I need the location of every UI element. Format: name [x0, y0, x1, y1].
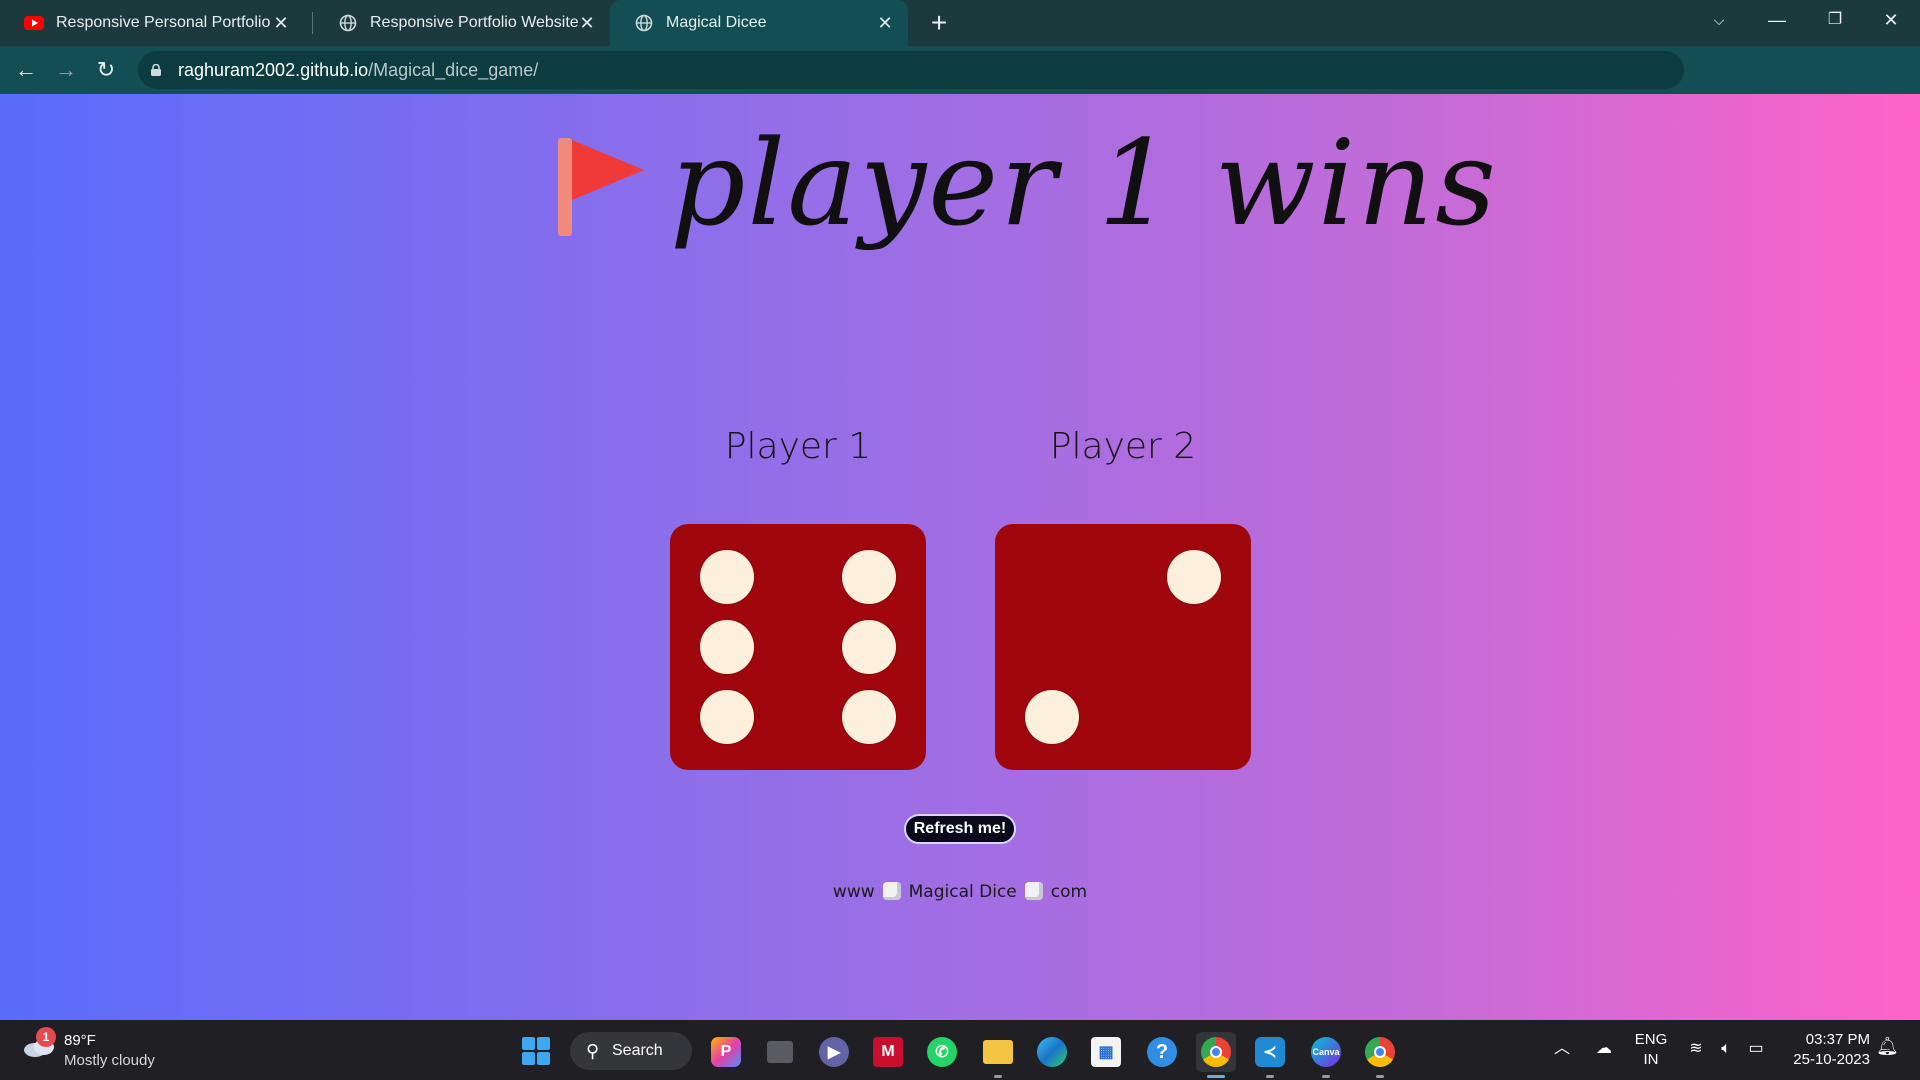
tab-title: Responsive Personal Portfolio W [56, 14, 272, 31]
close-tab-icon[interactable]: ✕ [272, 13, 290, 34]
die-pip [842, 690, 896, 744]
close-tab-icon[interactable]: ✕ [876, 13, 894, 34]
url-text[interactable]: raghuram2002.github.io/Magical_dice_game… [178, 58, 538, 82]
browser-tab-strip: Responsive Personal Portfolio W ✕ Respon… [0, 0, 1920, 46]
tab-youtube-portfolio[interactable]: Responsive Personal Portfolio W ✕ [0, 0, 304, 46]
weather-description[interactable]: Mostly cloudy [64, 1052, 155, 1070]
chrome-profile-icon[interactable] [1360, 1032, 1400, 1078]
die-pip [700, 690, 754, 744]
player-2-label: Player 2 [1049, 426, 1197, 467]
task-view-icon[interactable] [760, 1032, 800, 1072]
tab-magical-dicee[interactable]: Magical Dicee ✕ [610, 0, 908, 46]
die-pip [1025, 690, 1079, 744]
die-pip [700, 550, 754, 604]
dice-icon [882, 882, 901, 900]
lock-icon [151, 64, 161, 76]
url-path: /Magical_dice_game/ [368, 60, 539, 80]
vscode-icon[interactable]: ≺ [1250, 1032, 1290, 1078]
weather-temperature[interactable]: 89°F [64, 1032, 96, 1050]
tab-title: Magical Dicee [666, 14, 767, 31]
onedrive-cloud-icon[interactable]: ☁ [1590, 1036, 1618, 1062]
clock-time: 03:37 PM [1805, 1031, 1870, 1048]
file-explorer-icon[interactable] [978, 1032, 1018, 1078]
mcafee-icon[interactable]: M [868, 1032, 908, 1072]
youtube-icon [24, 13, 44, 33]
back-arrow-icon[interactable]: ← [8, 52, 44, 88]
microsoft-store-icon[interactable]: ▦ [1086, 1032, 1126, 1072]
footer-com: com [1050, 882, 1088, 902]
headline-text: player 1 wins [670, 114, 1498, 252]
chrome-icon[interactable] [1196, 1032, 1236, 1078]
reload-icon[interactable]: ↻ [88, 52, 124, 88]
die-pip [842, 620, 896, 674]
footer-www: www [832, 882, 875, 902]
windows-start-icon[interactable] [522, 1037, 550, 1065]
search-icon: ⚲ [586, 1041, 600, 1061]
copilot-icon[interactable]: P [706, 1032, 746, 1072]
dice-icon [1024, 882, 1043, 900]
canva-icon[interactable]: Canva [1306, 1032, 1346, 1078]
whatsapp-icon[interactable]: ✆ [922, 1032, 962, 1072]
player-1-label: Player 1 [724, 426, 872, 467]
web-page: player 1 wins Player 1 Player 2 Refresh … [0, 94, 1920, 1020]
notification-bell-icon[interactable]: 🔔︎ [1876, 1036, 1899, 1057]
teams-meet-icon[interactable]: ▶ [814, 1032, 854, 1072]
player-1-die [670, 524, 926, 770]
globe-icon [634, 13, 654, 33]
search-label: Search [612, 1042, 663, 1059]
tab-search-chevron-icon[interactable]: ⌵ [1690, 0, 1748, 40]
tab-portfolio-website[interactable]: Responsive Portfolio Website ✕ [314, 0, 610, 46]
tab-title: Responsive Portfolio Website [370, 14, 578, 31]
restore-button[interactable]: ❐ [1806, 0, 1864, 40]
get-help-icon[interactable]: ? [1142, 1032, 1182, 1072]
die-pip [1167, 550, 1221, 604]
minimize-button[interactable]: — [1748, 0, 1806, 40]
close-tab-icon[interactable]: ✕ [578, 13, 596, 34]
battery-icon[interactable]: ▭ [1744, 1036, 1768, 1062]
refresh-button[interactable]: Refresh me! [904, 814, 1016, 844]
windows-taskbar: 1 89°F Mostly cloudy ⚲ Search P ▶ M ✆ ▦ … [0, 1020, 1920, 1080]
close-window-button[interactable]: ✕ [1862, 0, 1920, 40]
result-headline: player 1 wins [540, 114, 1496, 294]
input-language[interactable]: ENG IN [1634, 1030, 1668, 1070]
system-clock[interactable]: 03:37 PM 25-10-2023 [1780, 1030, 1870, 1070]
url-host: raghuram2002.github.io [178, 60, 369, 80]
footer-site-name: Magical Dice [908, 882, 1017, 902]
die-pip [842, 550, 896, 604]
new-tab-button[interactable]: + [922, 6, 956, 40]
player-2-die [995, 524, 1251, 770]
tab-separator [312, 12, 313, 34]
taskbar-search[interactable]: ⚲ Search [570, 1032, 692, 1070]
globe-icon [338, 13, 358, 33]
edge-browser-icon[interactable] [1032, 1032, 1072, 1072]
region-code: IN [1643, 1051, 1659, 1068]
wifi-icon[interactable]: ≋ [1684, 1036, 1708, 1062]
language-code: ENG [1634, 1031, 1668, 1048]
weather-alert-badge: 1 [36, 1027, 56, 1047]
footer: www Magical Dice com [830, 882, 1090, 902]
clock-date: 25-10-2023 [1793, 1051, 1870, 1068]
die-pip [700, 620, 754, 674]
show-hidden-icons-chevron-icon[interactable]: ︿ [1552, 1036, 1572, 1062]
forward-arrow-icon[interactable]: → [48, 52, 84, 88]
volume-icon[interactable]: 🔈︎ [1714, 1036, 1738, 1062]
